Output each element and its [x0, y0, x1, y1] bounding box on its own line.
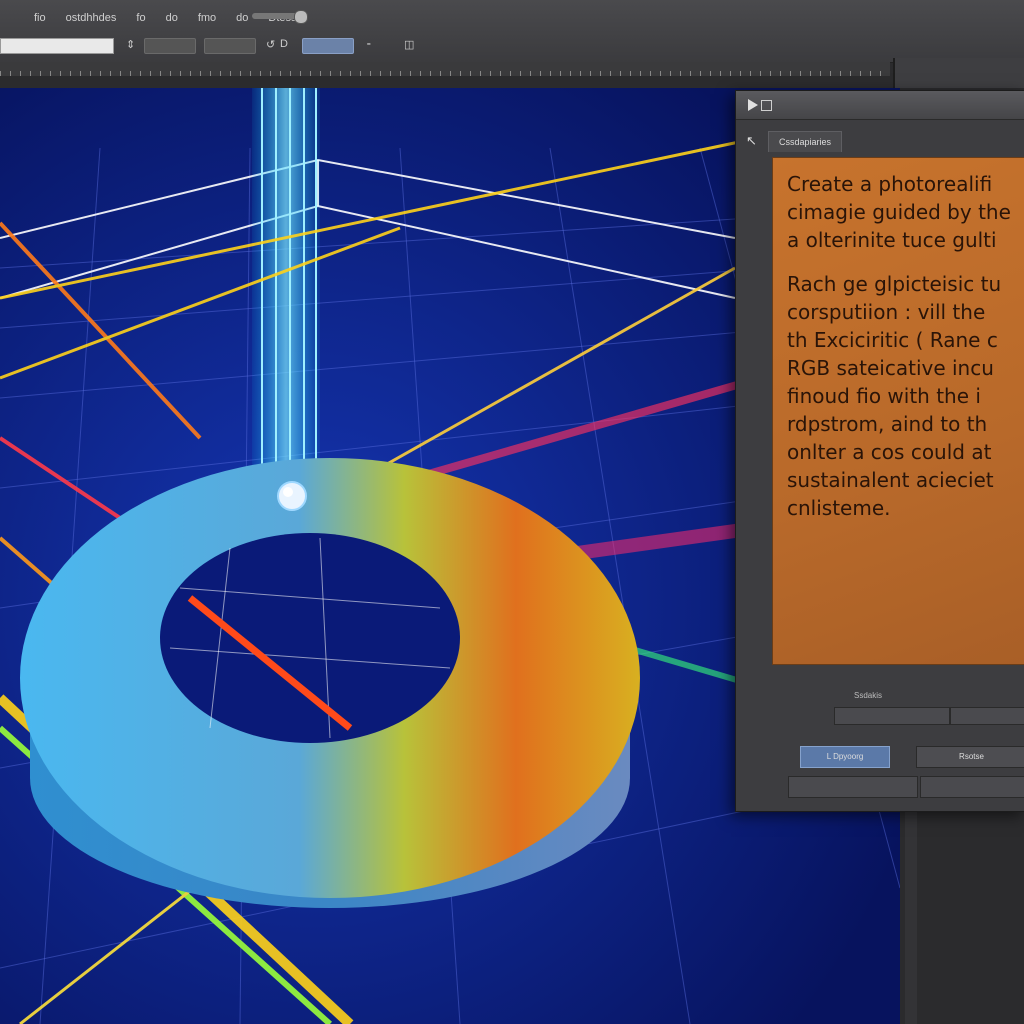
prompt-line: th Exciciritic ( Rane c	[787, 328, 998, 352]
option-button-2[interactable]	[204, 38, 256, 54]
top-toolbar: fio ostdhhdes fo do fmo do Dtess ⇕ ↺ D ⁃…	[0, 0, 1024, 63]
prompt-text-area[interactable]: Create a photorealifi cimagie guided by …	[772, 157, 1024, 665]
mode-icon[interactable]: D	[280, 38, 288, 50]
footer-button-3[interactable]	[788, 776, 918, 798]
prompt-line: onlter a cos could at	[787, 440, 992, 464]
prompt-line: finoud fio with the i	[787, 384, 981, 408]
prompt-line: sustainalent acieciet	[787, 468, 994, 492]
dash-icon[interactable]: ⁃	[366, 38, 372, 51]
prompt-line: cimagie guided by the	[787, 200, 1011, 224]
horizontal-ruler	[0, 62, 890, 76]
panel-footer-label: Ssdakis	[854, 691, 883, 700]
generate-button[interactable]: L Dpyoorg	[800, 746, 890, 768]
undo-icon[interactable]: ↺	[266, 38, 275, 51]
prompt-line: a olterinite tuce gulti	[787, 228, 997, 252]
tab-icon[interactable]: ↖	[746, 133, 757, 149]
panel-tab-row: ↖ Cssdapiaries	[736, 131, 1024, 153]
menu-item-4[interactable]: do	[166, 12, 178, 24]
menu-item-6[interactable]: do	[236, 12, 248, 24]
prompt-panel: ↖ Cssdapiaries Create a photorealifi cim…	[735, 90, 1024, 812]
footer-field-1[interactable]	[834, 707, 950, 725]
menu-item-2[interactable]: ostdhhdes	[66, 12, 117, 24]
option-button-1[interactable]	[144, 38, 196, 54]
prompt-text: Create a photorealifi cimagie guided by …	[787, 170, 1024, 522]
arrow-icon[interactable]: ⇕	[126, 38, 135, 51]
options-bar: ⇕ ↺ D ⁃ ◫	[0, 36, 1024, 56]
option-button-active[interactable]	[302, 38, 354, 54]
canvas-scrollbar[interactable]	[905, 810, 917, 1024]
menu-item-1[interactable]: fio	[34, 12, 46, 24]
options-text-field[interactable]	[0, 38, 114, 54]
prompt-line: rdpstrom, aind to th	[787, 412, 988, 436]
menu-item-5[interactable]: fmo	[198, 12, 216, 24]
footer-field-2[interactable]	[950, 707, 1024, 725]
play-icon[interactable]	[748, 99, 758, 111]
prompt-line: corsputiion : vill the	[787, 300, 986, 324]
tab-prompt[interactable]: Cssdapiaries	[768, 131, 842, 152]
prompt-line: cnlisteme.	[787, 496, 891, 520]
prompt-line: Rach ge glpicteisic tu	[787, 272, 1002, 296]
toolbar-slider-knob[interactable]	[294, 10, 308, 24]
ruler-right-panel	[893, 58, 1024, 88]
footer-button-4[interactable]	[920, 776, 1024, 798]
layer-icon[interactable]: ◫	[404, 38, 414, 51]
menu-item-3[interactable]: fo	[136, 12, 145, 24]
stop-icon[interactable]	[761, 100, 772, 111]
prompt-line: RGB sateicative incu	[787, 356, 994, 380]
secondary-button[interactable]: Rsotse	[916, 746, 1024, 768]
panel-titlebar[interactable]	[736, 91, 1024, 120]
prompt-line: Create a photorealifi	[787, 172, 993, 196]
